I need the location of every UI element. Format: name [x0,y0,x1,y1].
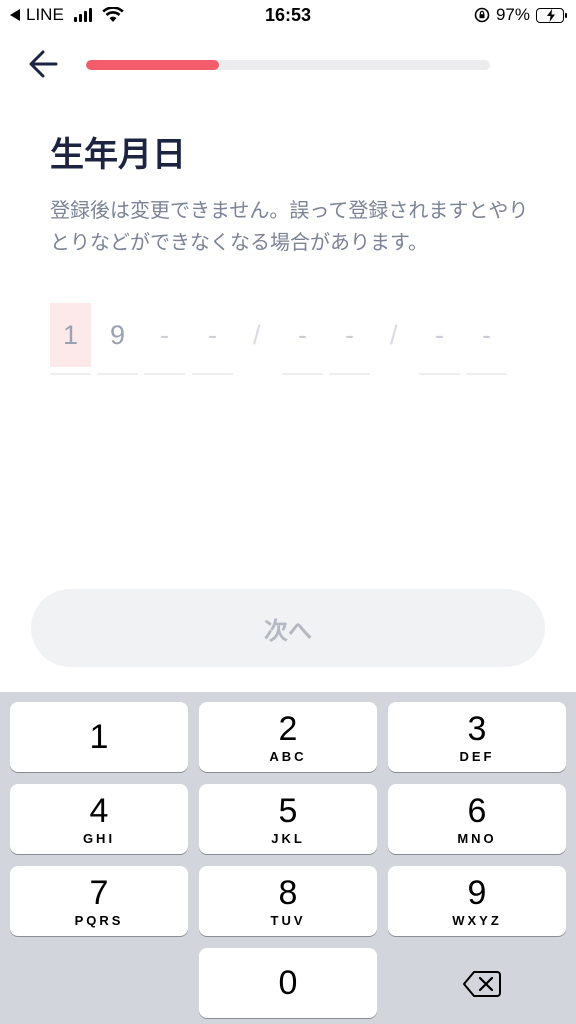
keypad-key-7[interactable]: 7 PQRS [10,866,188,936]
keypad-key-5[interactable]: 5 JKL [199,784,377,854]
date-digit-slot[interactable]: 1 [50,303,91,375]
keypad-key-1[interactable]: 1 [10,702,188,772]
arrow-left-icon[interactable] [26,46,62,82]
key-letters: WXYZ [452,912,502,928]
key-digit: 7 [89,873,109,912]
key-letters: DEF [459,748,495,764]
battery-charging-icon [536,7,567,23]
date-digit-slot[interactable]: 9 [97,303,138,375]
keypad-key-9[interactable]: 9 WXYZ [388,866,566,936]
digit-underline [97,373,138,375]
date-digit-slot[interactable]: - [419,303,460,375]
digit-underline [419,373,460,375]
keypad-key-0[interactable]: 0 [199,948,377,1018]
progress-fill [86,60,220,70]
date-digit-slot[interactable]: - [329,303,370,375]
key-digit: 4 [89,791,109,830]
key-digit: 3 [467,709,487,748]
date-digit-slot[interactable]: - [282,303,323,375]
keypad-key-8[interactable]: 8 TUV [199,866,377,936]
key-letters: JKL [271,830,305,846]
keypad-key-4[interactable]: 4 GHI [10,784,188,854]
date-separator: / [390,320,398,350]
backspace-icon[interactable] [462,968,502,1000]
digit-underline [50,373,91,375]
digit-underline [144,373,185,375]
keypad-key-6[interactable]: 6 MNO [388,784,566,854]
key-letters: MNO [457,830,497,846]
screen: LINE 16:53 97% 生年月日 登録後は変更できません。誤って登録されま… [0,0,576,1024]
key-digit: 1 [89,718,109,756]
date-digit-slot[interactable]: - [192,303,233,375]
birthdate-input[interactable]: 1 9- - - - - - / / [48,300,518,380]
next-button[interactable]: 次へ [31,589,545,667]
key-digit: 2 [278,709,298,748]
battery-percent: 97% [495,5,530,24]
key-letters: TUV [270,912,306,928]
key-digit: 0 [278,964,298,1002]
keypad-key-3[interactable]: 3 DEF [388,702,566,772]
progress-bar [86,60,490,70]
date-separator: / [253,320,261,350]
keypad-key-2[interactable]: 2 ABC [199,702,377,772]
date-digit-slot[interactable]: - [466,303,507,375]
key-digit: 6 [467,791,487,830]
page-title: 生年月日 [50,135,186,175]
key-digit: 8 [278,873,298,912]
digit-underline [466,373,507,375]
orientation-lock-icon [474,7,490,23]
digit-underline [192,373,233,375]
key-letters: ABC [269,748,307,764]
key-digit: 9 [467,873,487,912]
key-letters: GHI [82,830,116,846]
key-letters: PQRS [74,912,124,928]
status-right: 97% [474,5,567,25]
key-digit: 5 [278,791,298,830]
status-bar: LINE 16:53 97% [0,0,576,34]
date-digit-slot[interactable]: - [144,303,185,375]
digit-underline [329,373,370,375]
description-text: 登録後は変更できません。誤って登録されますとやりとりなどができなくなる場合があり… [50,198,529,254]
digit-underline [282,373,323,375]
